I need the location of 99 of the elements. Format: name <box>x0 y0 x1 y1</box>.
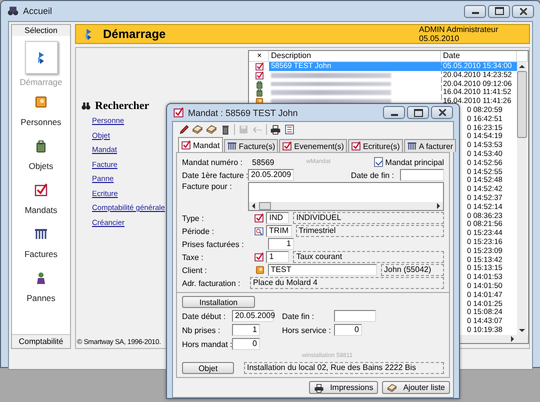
bars-icon <box>406 141 417 151</box>
dialog-title: Mandat : 58569 TEST John <box>188 108 298 118</box>
field-label: Nb prises : <box>182 326 222 334</box>
field-label: Client : <box>182 266 208 274</box>
field-label: Date début : <box>182 312 227 320</box>
current-date: 05.05.2010 <box>419 34 460 43</box>
field-label: Date 1ère facture : <box>182 170 246 180</box>
maximize-button[interactable] <box>488 4 510 18</box>
printer-icon[interactable] <box>270 124 281 135</box>
checked-box-icon[interactable] <box>34 183 48 197</box>
readonly-field: Trimestriel <box>296 225 444 237</box>
checked-box-icon <box>254 62 264 71</box>
checkbox-label: Mandat principal <box>385 158 444 166</box>
code-field[interactable]: 1 <box>266 251 290 263</box>
date-field[interactable] <box>334 310 376 322</box>
user-name: ADMIN Administrateur <box>419 25 500 34</box>
checked-box-icon <box>181 140 191 150</box>
sidebar-item[interactable]: Pannes <box>26 293 56 303</box>
checkbox[interactable] <box>374 157 384 167</box>
checked-box-icon <box>350 141 361 151</box>
card-icon[interactable] <box>34 95 48 109</box>
date-field[interactable]: 20.05.2009 <box>232 310 274 322</box>
field-label: Hors mandat : <box>182 340 232 348</box>
field-label: Type : <box>182 214 205 222</box>
checked-box-icon <box>282 141 292 151</box>
checked-box-icon <box>173 107 184 118</box>
object-button[interactable]: Objet <box>182 362 234 374</box>
vertical-scrollbar[interactable] <box>517 62 527 335</box>
readonly-field: INDIVIDUEL <box>293 212 444 224</box>
sidebar-footer[interactable]: Comptabilité <box>12 334 70 348</box>
bag-icon <box>254 88 264 98</box>
field-label: Taxe : <box>182 252 204 262</box>
field-label: Date fin : <box>282 312 316 320</box>
figure-icon[interactable] <box>34 271 48 285</box>
tab[interactable]: Mandat <box>178 137 223 152</box>
sidebar-item[interactable]: Personnes <box>20 117 62 127</box>
column-header[interactable]: × <box>249 51 269 61</box>
readonly-field: Taux courant <box>293 251 444 263</box>
calendar-icon[interactable] <box>254 226 264 236</box>
code-field[interactable]: TRIM <box>266 225 292 237</box>
books-icon <box>387 382 398 392</box>
pen-icon[interactable] <box>178 124 189 135</box>
field-label: Période : <box>182 226 216 236</box>
bars-icon[interactable] <box>34 227 48 241</box>
tab[interactable]: Facture(s) <box>224 139 278 152</box>
date-field[interactable]: 20.05.2009 <box>248 169 294 181</box>
binoculars-icon <box>7 5 19 17</box>
tab[interactable]: Evenement(s) <box>279 139 347 152</box>
tab[interactable]: A facturer <box>404 139 456 152</box>
date-field[interactable] <box>400 169 444 181</box>
bag-icon[interactable] <box>34 139 48 153</box>
bag-icon <box>254 80 264 88</box>
printer-icon <box>314 382 324 392</box>
number-field[interactable]: 1 <box>268 238 294 250</box>
readonly-field: John (55042) <box>381 264 444 276</box>
checked-box-icon[interactable] <box>254 252 264 262</box>
column-header[interactable]: Date <box>441 51 517 61</box>
field-label: Prises facturées : <box>182 240 245 248</box>
checked-box-icon <box>254 70 264 80</box>
close-button[interactable] <box>512 4 534 18</box>
add-button[interactable]: Ajouter liste <box>382 381 450 394</box>
field-label: Mandat numéro : <box>182 158 244 166</box>
number-field[interactable]: 0 <box>334 324 362 336</box>
close-button[interactable] <box>431 106 453 119</box>
code-field[interactable]: IND <box>266 212 290 224</box>
number-field[interactable]: 1 <box>232 324 260 336</box>
field-label: Hors service : <box>282 326 332 334</box>
card-icon[interactable] <box>254 265 265 275</box>
installation-button[interactable]: Installation <box>182 296 255 308</box>
sheet-icon[interactable] <box>284 124 295 135</box>
page-title: Démarrage <box>103 27 166 41</box>
window-title: Accueil <box>23 6 52 16</box>
column-header[interactable]: Description <box>269 51 441 61</box>
maximize-button[interactable] <box>407 106 429 119</box>
search-title: Rechercher <box>95 100 150 112</box>
tab[interactable]: Ecriture(s) <box>348 139 403 152</box>
print-button[interactable]: Impressions <box>309 381 378 394</box>
sidebar-item[interactable]: Factures <box>24 249 58 259</box>
sidebar-button[interactable] <box>24 41 58 74</box>
minimize-button[interactable] <box>464 4 486 18</box>
text-area[interactable] <box>248 182 444 211</box>
checked-box-icon[interactable] <box>254 213 264 223</box>
sidebar-item[interactable]: Mandats <box>24 205 58 215</box>
binoculars-icon <box>81 101 91 111</box>
readonly-field: Installation du local 02, Rue des Bains 2222 Bis <box>244 362 444 374</box>
books-icon[interactable] <box>206 124 217 135</box>
bars-icon <box>226 141 237 151</box>
trash-icon[interactable] <box>220 124 231 135</box>
books-icon[interactable] <box>192 124 203 135</box>
sidebar-item[interactable]: Objets <box>28 161 54 171</box>
readonly-field: Place du Molard 4 <box>250 277 444 289</box>
field-label: Facture pour : <box>182 182 233 191</box>
minimize-button[interactable] <box>383 106 405 119</box>
field-label: Date de fin : <box>350 170 394 180</box>
code-field[interactable]: TEST <box>268 264 377 276</box>
field-label: Adr. facturation : <box>182 278 242 288</box>
mandate-number: 58569 <box>251 158 276 166</box>
sidebar-header: Sélection <box>12 25 70 36</box>
number-field[interactable]: 0 <box>232 338 260 350</box>
